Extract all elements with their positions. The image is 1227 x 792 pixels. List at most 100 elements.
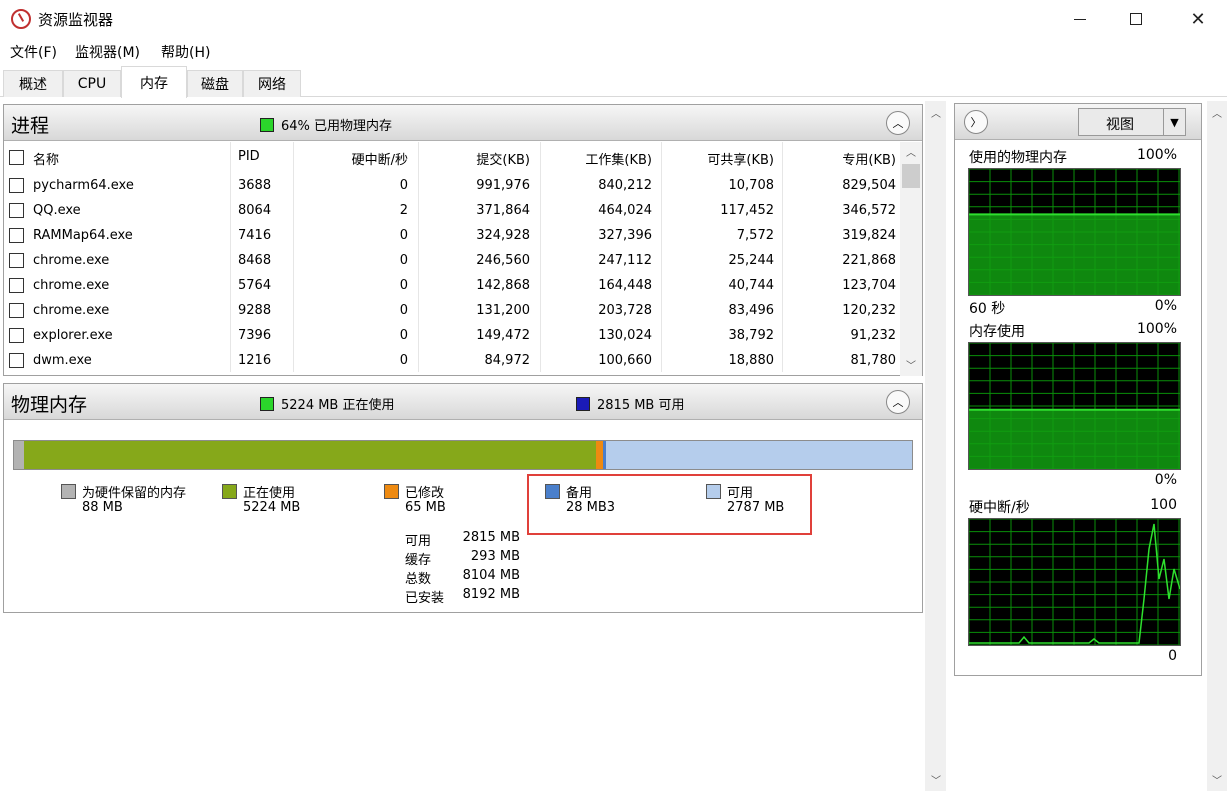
legend-label: 为硬件保留的内存 <box>82 486 187 501</box>
processes-header[interactable]: 进程 64% 已用物理内存 ︿ <box>4 105 922 141</box>
scroll-down-arrow-icon[interactable]: ﹀ <box>1207 772 1227 787</box>
graph-title: 使用的物理内存 <box>969 150 1067 166</box>
view-button-label: 视图 <box>1106 117 1134 133</box>
row-checkbox[interactable] <box>9 303 24 318</box>
panel-scrollbar[interactable]: ︿ ﹀ <box>1207 101 1227 791</box>
cell-hard-faults: 0 <box>399 228 408 243</box>
row-checkbox[interactable] <box>9 203 24 218</box>
tab-cpu[interactable]: CPU <box>63 70 121 97</box>
scroll-up-arrow-icon[interactable]: ︿ <box>1207 105 1227 120</box>
cell-working-set: 840,212 <box>598 178 652 193</box>
table-row[interactable]: chrome.exe 9288 0 131,200 203,728 83,496 120,2… <box>4 299 900 324</box>
cell-commit: 991,976 <box>476 178 530 193</box>
cell-commit: 246,560 <box>476 253 530 268</box>
cell-commit: 131,200 <box>476 303 530 318</box>
scroll-down-arrow-icon[interactable]: ﹀ <box>925 772 947 787</box>
graph-panel-header: 〉 视图 ▼ <box>955 104 1201 140</box>
maximize-button[interactable] <box>1113 0 1159 38</box>
cell-commit: 84,972 <box>484 353 531 368</box>
table-row[interactable]: dwm.exe 1216 0 84,972 100,660 18,880 81,780 <box>4 349 900 374</box>
expand-panel-button[interactable]: 〉 <box>964 110 988 134</box>
column-header-shareable[interactable]: 可共享(KB) <box>707 149 774 168</box>
stat-value-total: 8104 MB <box>462 568 520 583</box>
cell-shareable: 7,572 <box>736 228 774 243</box>
cell-working-set: 130,024 <box>598 328 652 343</box>
cell-working-set: 164,448 <box>598 278 652 293</box>
scroll-up-arrow-icon[interactable]: ︿ <box>925 105 947 120</box>
row-checkbox[interactable] <box>9 353 24 368</box>
collapse-physical-memory-button[interactable]: ︿ <box>886 390 910 414</box>
cell-commit: 142,868 <box>476 278 530 293</box>
tab-network-label: 网络 <box>258 77 286 93</box>
memory-bar-segment-free <box>606 441 912 469</box>
scroll-up-arrow-icon[interactable]: ︿ <box>900 144 922 159</box>
menu-help[interactable]: 帮助(H) <box>161 42 210 62</box>
column-header-private[interactable]: 专用(KB) <box>842 149 896 168</box>
cell-working-set: 247,112 <box>598 253 652 268</box>
chevron-up-icon: ︿ <box>892 396 904 409</box>
collapse-processes-button[interactable]: ︿ <box>886 111 910 135</box>
table-row[interactable]: chrome.exe 5764 0 142,868 164,448 40,744 123,7… <box>4 274 900 299</box>
dropdown-arrow-icon[interactable]: ▼ <box>1163 109 1185 135</box>
cell-shareable: 10,708 <box>728 178 775 193</box>
table-row[interactable]: chrome.exe 8468 0 246,560 247,112 25,244 221,8… <box>4 249 900 274</box>
row-checkbox[interactable] <box>9 178 24 193</box>
cell-hard-faults: 0 <box>399 253 408 268</box>
row-checkbox[interactable] <box>9 253 24 268</box>
column-header-name[interactable]: 名称 <box>33 149 59 168</box>
column-header-pid[interactable]: PID <box>238 149 260 164</box>
column-header-working-set[interactable]: 工作集(KB) <box>585 149 652 168</box>
table-header-row: 名称 PID 硬中断/秒 提交(KB) 工作集(KB) 可共享(KB) 专用(K… <box>4 142 900 174</box>
main-scrollbar[interactable]: ︿ ﹀ <box>925 101 946 791</box>
row-checkbox[interactable] <box>9 278 24 293</box>
table-row[interactable]: pycharm64.exe 3688 0 991,976 840,212 10,708 82… <box>4 174 900 199</box>
select-all-checkbox[interactable] <box>9 150 24 165</box>
table-row[interactable]: explorer.exe 7396 0 149,472 130,024 38,792 91,… <box>4 324 900 349</box>
row-checkbox[interactable] <box>9 328 24 343</box>
minimize-icon <box>1074 18 1086 20</box>
cell-hard-faults: 0 <box>399 303 408 318</box>
tab-cpu-label: CPU <box>77 76 107 92</box>
stat-label-cached: 缓存 <box>405 553 432 568</box>
close-button[interactable]: ✕ <box>1175 0 1221 38</box>
cell-working-set: 464,024 <box>598 203 652 218</box>
column-header-commit[interactable]: 提交(KB) <box>476 149 530 168</box>
tab-network[interactable]: 网络 <box>243 70 301 97</box>
stat-value-cached: 293 MB <box>470 549 520 564</box>
tab-disk[interactable]: 磁盘 <box>187 70 243 97</box>
processes-title: 进程 <box>11 115 50 137</box>
minimize-button[interactable] <box>1057 0 1103 38</box>
cell-shareable: 18,880 <box>728 353 775 368</box>
scroll-down-arrow-icon[interactable]: ﹀ <box>900 357 922 372</box>
process-table-scrollbar[interactable]: ︿ ﹀ <box>900 142 922 376</box>
cell-private: 829,504 <box>842 178 896 193</box>
graph-min-label: 0% <box>1154 298 1177 314</box>
physical-memory-header[interactable]: 物理内存 5224 MB 正在使用 2815 MB 可用 ︿ <box>4 384 922 420</box>
legend-value: 5224 MB <box>243 500 301 515</box>
available-swatch-icon <box>576 396 590 411</box>
cell-shareable: 38,792 <box>728 328 775 343</box>
menu-file[interactable]: 文件(F) <box>10 42 57 62</box>
legend-swatch <box>384 484 399 499</box>
maximize-icon <box>1130 13 1142 25</box>
cell-process-name: chrome.exe <box>33 278 110 293</box>
legend-value: 88 MB <box>82 500 123 515</box>
row-checkbox[interactable] <box>9 228 24 243</box>
view-button[interactable]: 视图 ▼ <box>1078 108 1186 136</box>
cell-pid: 8468 <box>238 253 272 268</box>
tab-overview[interactable]: 概述 <box>3 70 63 97</box>
process-table: 名称 PID 硬中断/秒 提交(KB) 工作集(KB) 可共享(KB) 专用(K… <box>4 142 900 374</box>
cell-commit: 324,928 <box>476 228 530 243</box>
table-row[interactable]: QQ.exe 8064 2 371,864 464,024 117,452 346,572 <box>4 199 900 224</box>
menu-monitor[interactable]: 监视器(M) <box>75 42 140 62</box>
table-row[interactable]: RAMMap64.exe 7416 0 324,928 327,396 7,572 319,… <box>4 224 900 249</box>
tab-bar: 概述 CPU 内存 磁盘 网络 <box>0 64 1227 98</box>
cell-process-name: pycharm64.exe <box>33 178 134 193</box>
chevron-right-icon: 〉 <box>970 116 982 129</box>
scroll-thumb[interactable] <box>902 164 920 188</box>
tab-memory[interactable]: 内存 <box>121 66 187 98</box>
graph-panel: 〉 视图 ▼ 使用的物理内存 100% 60 秒 0% 内存使用 100% 0% 硬中断/秒 1… <box>954 103 1202 676</box>
cell-shareable: 117,452 <box>720 203 774 218</box>
legend-swatch <box>61 484 76 499</box>
column-header-hard-faults[interactable]: 硬中断/秒 <box>352 149 408 168</box>
